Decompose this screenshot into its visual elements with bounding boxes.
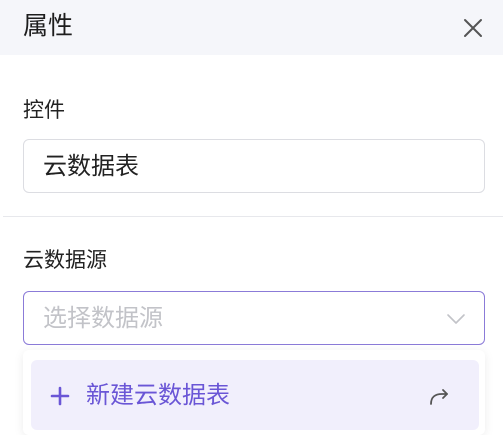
panel-header: 属性: [0, 0, 503, 55]
create-cloud-table-option[interactable]: 新建云数据表: [31, 360, 479, 430]
control-name-value: 云数据表: [43, 152, 139, 180]
close-icon: [464, 19, 482, 37]
close-button[interactable]: [460, 15, 486, 41]
plus-icon: [50, 386, 70, 406]
create-cloud-table-label: 新建云数据表: [86, 381, 230, 409]
data-source-select[interactable]: 选择数据源: [23, 291, 485, 345]
redirect-arrow-icon: [430, 389, 448, 405]
data-source-dropdown: 新建云数据表: [23, 350, 485, 435]
chevron-down-icon: [447, 314, 465, 324]
data-source-label: 云数据源: [23, 248, 107, 272]
section-divider: [3, 216, 503, 217]
control-label: 控件: [23, 98, 65, 122]
properties-panel: 属性 控件 云数据表 云数据源 选择数据源 新建云数据表: [0, 0, 503, 435]
panel-title: 属性: [23, 11, 74, 40]
data-source-placeholder: 选择数据源: [43, 304, 163, 332]
control-name-field[interactable]: 云数据表: [23, 139, 485, 193]
